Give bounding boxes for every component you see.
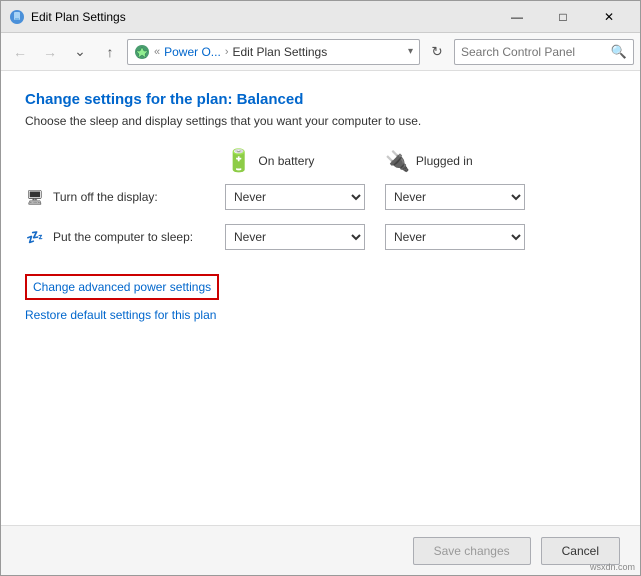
sleep-setting-label: 💤 Put the computer to sleep: bbox=[25, 227, 225, 247]
display-battery-select[interactable]: Never 1 minute 2 minutes 5 minutes 10 mi… bbox=[225, 184, 365, 210]
footer: Save changes Cancel bbox=[1, 525, 640, 575]
back-button[interactable]: ← bbox=[7, 39, 33, 65]
maximize-button[interactable]: □ bbox=[540, 1, 586, 33]
sleep-battery-select[interactable]: Never 1 minute 2 minutes 5 minutes 10 mi… bbox=[225, 224, 365, 250]
battery-label: On battery bbox=[258, 154, 314, 168]
watermark: wsxdn.com bbox=[590, 562, 635, 572]
sleep-dropdowns: Never 1 minute 2 minutes 5 minutes 10 mi… bbox=[225, 224, 525, 250]
window-title: Edit Plan Settings bbox=[31, 10, 494, 24]
window-icon bbox=[9, 9, 25, 25]
window-controls: — □ ✕ bbox=[494, 1, 632, 33]
minimize-button[interactable]: — bbox=[494, 1, 540, 33]
battery-icon: 🔋 bbox=[225, 148, 252, 174]
address-bar: ← → ⌄ ↑ « Power O... › Edit Plan Setting… bbox=[1, 33, 640, 71]
cancel-button[interactable]: Cancel bbox=[541, 537, 620, 565]
sleep-icon: 💤 bbox=[25, 227, 45, 247]
display-pluggedin-select[interactable]: Never 1 minute 2 minutes 5 minutes 10 mi… bbox=[385, 184, 525, 210]
display-setting-row: 🖥 Turn off the display: Never 1 minute 2… bbox=[25, 184, 616, 210]
advanced-power-link[interactable]: Change advanced power settings bbox=[25, 274, 219, 300]
title-bar: Edit Plan Settings — □ ✕ bbox=[1, 1, 640, 33]
search-icon: 🔍 bbox=[611, 44, 627, 60]
pluggedin-label: Plugged in bbox=[416, 154, 473, 168]
forward-button[interactable]: → bbox=[37, 39, 63, 65]
pluggedin-column-header: 🔌 Plugged in bbox=[385, 148, 545, 174]
plan-subtitle: Choose the sleep and display settings th… bbox=[25, 114, 616, 128]
sleep-label-text: Put the computer to sleep: bbox=[53, 230, 193, 244]
restore-defaults-link[interactable]: Restore default settings for this plan bbox=[25, 308, 616, 322]
display-dropdowns: Never 1 minute 2 minutes 5 minutes 10 mi… bbox=[225, 184, 525, 210]
battery-column-header: 🔋 On battery bbox=[225, 148, 385, 174]
main-window: Edit Plan Settings — □ ✕ ← → ⌄ ↑ « Power… bbox=[0, 0, 641, 576]
search-input[interactable] bbox=[461, 45, 607, 59]
refresh-button[interactable]: ↻ bbox=[424, 39, 450, 65]
dropdown-button[interactable]: ⌄ bbox=[67, 39, 93, 65]
path-dropdown-arrow[interactable]: ▾ bbox=[408, 46, 413, 57]
column-headers: 🔋 On battery 🔌 Plugged in bbox=[225, 148, 616, 174]
path-chevron2: › bbox=[225, 46, 229, 58]
content-area: Change settings for the plan: Balanced C… bbox=[1, 71, 640, 525]
save-button[interactable]: Save changes bbox=[413, 537, 531, 565]
close-button[interactable]: ✕ bbox=[586, 1, 632, 33]
path-segment-power[interactable]: Power O... bbox=[164, 45, 221, 59]
path-icon bbox=[134, 44, 150, 60]
sleep-pluggedin-select[interactable]: Never 1 minute 2 minutes 5 minutes 10 mi… bbox=[385, 224, 525, 250]
display-label-text: Turn off the display: bbox=[53, 190, 158, 204]
path-chevron1: « bbox=[154, 46, 160, 58]
search-box[interactable]: 🔍 bbox=[454, 39, 634, 65]
display-icon: 🖥 bbox=[25, 187, 45, 207]
display-setting-label: 🖥 Turn off the display: bbox=[25, 187, 225, 207]
pluggedin-icon: 🔌 bbox=[385, 149, 410, 174]
up-button[interactable]: ↑ bbox=[97, 39, 123, 65]
settings-grid: 🔋 On battery 🔌 Plugged in 🖥 Turn off the… bbox=[25, 148, 616, 250]
plan-title: Change settings for the plan: Balanced bbox=[25, 91, 616, 108]
sleep-setting-row: 💤 Put the computer to sleep: Never 1 min… bbox=[25, 224, 616, 250]
links-section: Change advanced power settings Restore d… bbox=[25, 274, 616, 322]
address-path: « Power O... › Edit Plan Settings ▾ bbox=[127, 39, 420, 65]
path-segment-current: Edit Plan Settings bbox=[232, 45, 327, 59]
